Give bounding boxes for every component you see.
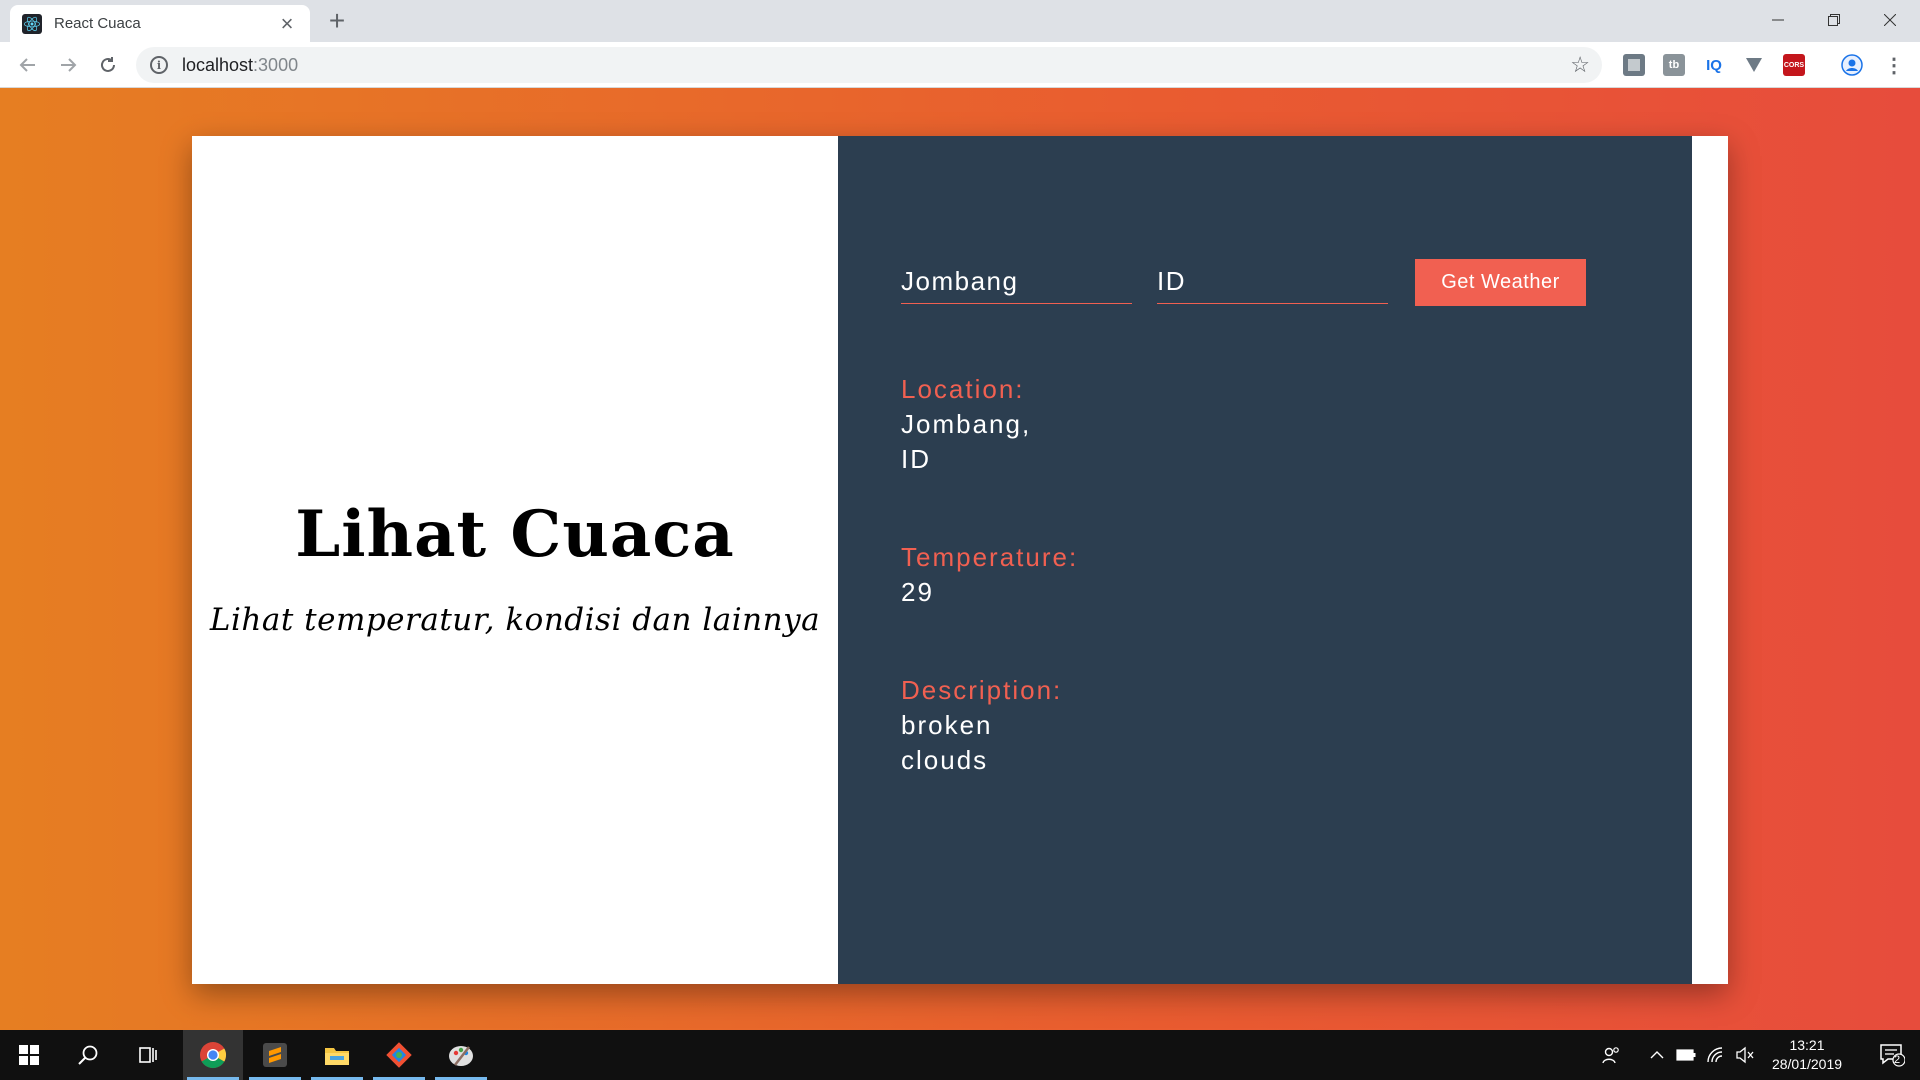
- notification-count: 2: [1894, 1054, 1901, 1066]
- more-vert-icon[interactable]: ⋮: [1883, 54, 1905, 77]
- restore-icon[interactable]: [1806, 0, 1862, 40]
- task-view-icon[interactable]: [122, 1030, 174, 1080]
- extension-icon-tb[interactable]: tb: [1663, 54, 1685, 76]
- extension-icon-v[interactable]: [1743, 54, 1765, 76]
- extension-icon-iq[interactable]: IQ: [1703, 54, 1725, 76]
- url-host: localhost: [182, 54, 254, 75]
- location-value: Jombang, ID: [901, 409, 1032, 474]
- page-title: Lihat Cuaca: [295, 496, 735, 572]
- description-value: broken clouds: [901, 710, 993, 775]
- city-input[interactable]: [901, 259, 1132, 304]
- wifi-icon[interactable]: [1705, 1044, 1727, 1066]
- close-icon[interactable]: ×: [276, 12, 298, 34]
- weather-form: Get Weather: [901, 259, 1621, 315]
- url-port: :3000: [253, 54, 299, 75]
- reload-icon[interactable]: [94, 51, 122, 79]
- paint-icon[interactable]: [431, 1030, 491, 1080]
- git-icon[interactable]: [369, 1030, 429, 1080]
- info-icon[interactable]: i: [150, 56, 168, 74]
- react-logo-icon: [22, 13, 42, 34]
- battery-icon[interactable]: [1675, 1044, 1697, 1066]
- temperature-value: 29: [901, 577, 934, 607]
- chrome-icon[interactable]: [183, 1030, 243, 1080]
- weather-card: Lihat Cuaca Lihat temperatur, kondisi da…: [192, 136, 1728, 984]
- windows-start-icon[interactable]: [0, 1030, 58, 1080]
- extension-icon-cors[interactable]: CORS: [1783, 54, 1805, 76]
- profile-icon[interactable]: [1841, 54, 1863, 76]
- temperature-key: Temperature:: [901, 542, 1079, 572]
- clock-date: 28/01/2019: [1771, 1056, 1843, 1072]
- forward-arrow-icon[interactable]: [54, 51, 82, 79]
- browser-tab[interactable]: React Cuaca ×: [10, 5, 310, 42]
- notification-center-icon[interactable]: 2: [1864, 1030, 1920, 1080]
- taskbar-clock[interactable]: 13:21 28/01/2019: [1752, 1036, 1862, 1074]
- form-panel: Get Weather Location: Jombang, ID Temper…: [838, 136, 1692, 984]
- file-explorer-icon[interactable]: [307, 1030, 367, 1080]
- extension-icon-1[interactable]: [1623, 54, 1645, 76]
- sublime-text-icon[interactable]: [245, 1030, 305, 1080]
- plus-icon[interactable]: +: [323, 7, 351, 36]
- location-info: Location: Jombang, ID: [901, 372, 1041, 477]
- country-input[interactable]: [1157, 259, 1388, 304]
- back-arrow-icon[interactable]: [14, 51, 42, 79]
- search-icon[interactable]: [62, 1030, 114, 1080]
- browser-toolbar: i localhost:3000 ☆ tb IQ CORS ⋮: [0, 42, 1920, 88]
- address-bar[interactable]: i localhost:3000 ☆: [136, 47, 1602, 83]
- address-url[interactable]: localhost:3000: [182, 55, 298, 76]
- location-key: Location:: [901, 374, 1025, 404]
- chevron-up-icon[interactable]: [1646, 1044, 1668, 1066]
- star-icon[interactable]: ☆: [1570, 54, 1590, 76]
- tab-strip: React Cuaca × +: [0, 0, 1920, 42]
- tab-title: React Cuaca: [54, 15, 141, 32]
- people-icon[interactable]: [1600, 1044, 1622, 1066]
- description-info: Description: broken clouds: [901, 673, 1062, 778]
- get-weather-button[interactable]: Get Weather: [1415, 259, 1586, 306]
- description-key: Description:: [901, 675, 1063, 705]
- title-panel: Lihat Cuaca Lihat temperatur, kondisi da…: [192, 136, 838, 984]
- page-subtitle: Lihat temperatur, kondisi dan lainnya: [209, 601, 821, 638]
- minimize-icon[interactable]: [1750, 0, 1806, 40]
- page-viewport: Lihat Cuaca Lihat temperatur, kondisi da…: [0, 88, 1920, 1030]
- temperature-info: Temperature: 29: [901, 540, 1078, 610]
- window-close-icon[interactable]: [1862, 0, 1918, 40]
- taskbar: 13:21 28/01/2019 2: [0, 1030, 1920, 1080]
- clock-time: 13:21: [1789, 1037, 1825, 1053]
